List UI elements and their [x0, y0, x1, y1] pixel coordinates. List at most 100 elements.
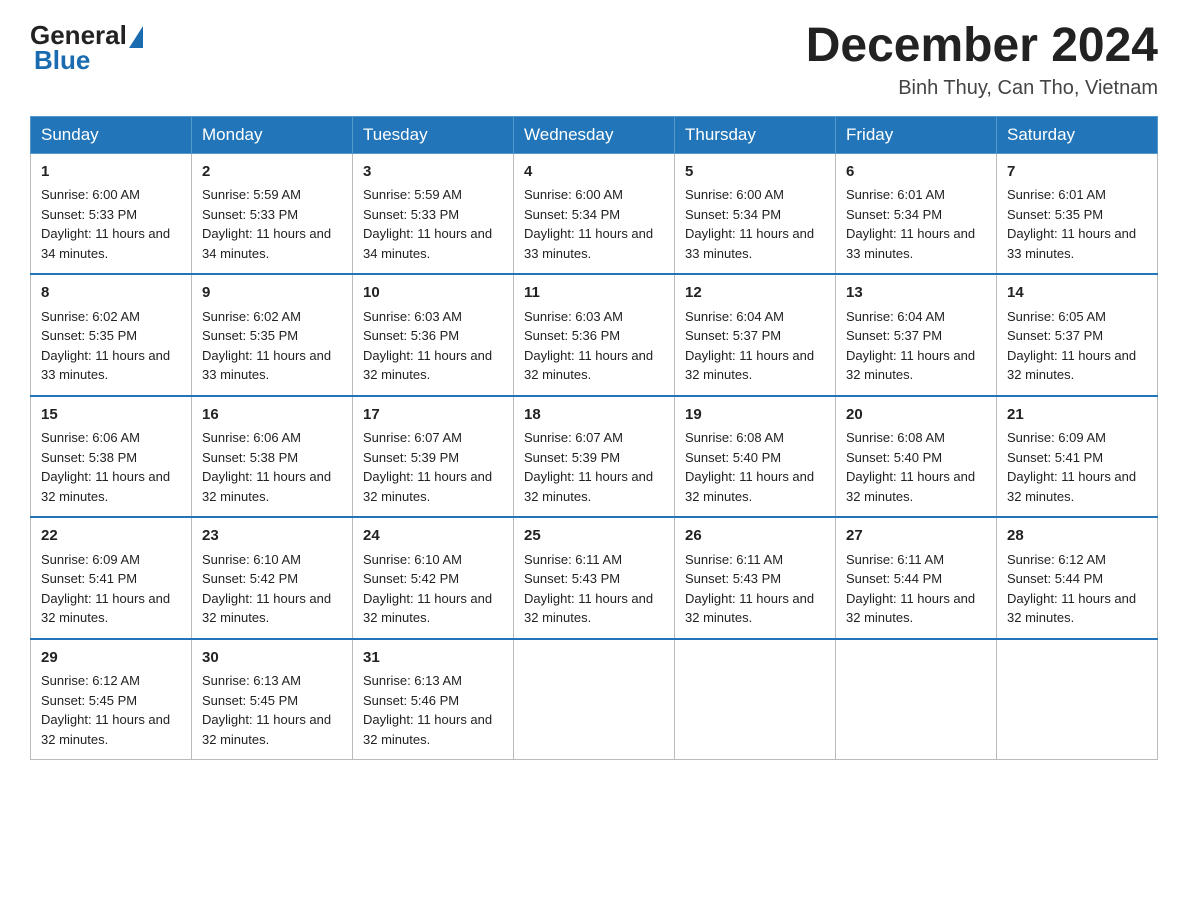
day-number: 17: [363, 404, 503, 427]
day-number: 30: [202, 647, 342, 670]
day-daylight: Daylight: 11 hours and 32 minutes.: [202, 591, 331, 626]
day-sunrise: Sunrise: 6:02 AM: [41, 309, 140, 324]
day-sunset: Sunset: 5:38 PM: [41, 450, 137, 465]
day-sunset: Sunset: 5:45 PM: [202, 693, 298, 708]
day-daylight: Daylight: 11 hours and 32 minutes.: [1007, 469, 1136, 504]
calendar-week-row: 22 Sunrise: 6:09 AM Sunset: 5:41 PM Dayl…: [31, 517, 1158, 639]
page-header: General Blue December 2024 Binh Thuy, Ca…: [30, 20, 1158, 100]
col-header-saturday: Saturday: [997, 116, 1158, 153]
calendar-day-cell: [514, 639, 675, 760]
calendar-week-row: 8 Sunrise: 6:02 AM Sunset: 5:35 PM Dayli…: [31, 274, 1158, 396]
day-number: 6: [846, 161, 986, 184]
day-sunset: Sunset: 5:43 PM: [524, 571, 620, 586]
calendar-day-cell: 2 Sunrise: 5:59 AM Sunset: 5:33 PM Dayli…: [192, 153, 353, 274]
day-number: 2: [202, 161, 342, 184]
day-number: 31: [363, 647, 503, 670]
day-number: 26: [685, 525, 825, 548]
day-daylight: Daylight: 11 hours and 32 minutes.: [1007, 591, 1136, 626]
day-sunset: Sunset: 5:37 PM: [685, 328, 781, 343]
calendar-day-cell: 20 Sunrise: 6:08 AM Sunset: 5:40 PM Dayl…: [836, 396, 997, 518]
day-daylight: Daylight: 11 hours and 33 minutes.: [524, 226, 653, 261]
day-sunrise: Sunrise: 5:59 AM: [363, 187, 462, 202]
calendar-day-cell: 30 Sunrise: 6:13 AM Sunset: 5:45 PM Dayl…: [192, 639, 353, 760]
day-sunset: Sunset: 5:36 PM: [363, 328, 459, 343]
calendar-day-cell: 28 Sunrise: 6:12 AM Sunset: 5:44 PM Dayl…: [997, 517, 1158, 639]
col-header-wednesday: Wednesday: [514, 116, 675, 153]
calendar-day-cell: 31 Sunrise: 6:13 AM Sunset: 5:46 PM Dayl…: [353, 639, 514, 760]
day-sunset: Sunset: 5:34 PM: [846, 207, 942, 222]
day-daylight: Daylight: 11 hours and 33 minutes.: [685, 226, 814, 261]
day-daylight: Daylight: 11 hours and 33 minutes.: [202, 348, 331, 383]
calendar-day-cell: 11 Sunrise: 6:03 AM Sunset: 5:36 PM Dayl…: [514, 274, 675, 396]
day-number: 18: [524, 404, 664, 427]
calendar-day-cell: 9 Sunrise: 6:02 AM Sunset: 5:35 PM Dayli…: [192, 274, 353, 396]
logo-triangle-icon: [129, 26, 143, 48]
day-daylight: Daylight: 11 hours and 32 minutes.: [846, 348, 975, 383]
day-daylight: Daylight: 11 hours and 32 minutes.: [846, 591, 975, 626]
day-sunset: Sunset: 5:36 PM: [524, 328, 620, 343]
day-sunrise: Sunrise: 6:00 AM: [685, 187, 784, 202]
day-number: 25: [524, 525, 664, 548]
day-sunrise: Sunrise: 6:04 AM: [685, 309, 784, 324]
day-daylight: Daylight: 11 hours and 32 minutes.: [685, 469, 814, 504]
day-number: 14: [1007, 282, 1147, 305]
day-number: 1: [41, 161, 181, 184]
day-daylight: Daylight: 11 hours and 32 minutes.: [363, 712, 492, 747]
day-number: 3: [363, 161, 503, 184]
day-daylight: Daylight: 11 hours and 34 minutes.: [41, 226, 170, 261]
day-sunset: Sunset: 5:33 PM: [363, 207, 459, 222]
day-sunrise: Sunrise: 6:00 AM: [524, 187, 623, 202]
calendar-day-cell: 16 Sunrise: 6:06 AM Sunset: 5:38 PM Dayl…: [192, 396, 353, 518]
day-daylight: Daylight: 11 hours and 32 minutes.: [524, 469, 653, 504]
calendar-day-cell: 17 Sunrise: 6:07 AM Sunset: 5:39 PM Dayl…: [353, 396, 514, 518]
calendar-day-cell: 5 Sunrise: 6:00 AM Sunset: 5:34 PM Dayli…: [675, 153, 836, 274]
day-number: 11: [524, 282, 664, 305]
day-daylight: Daylight: 11 hours and 33 minutes.: [41, 348, 170, 383]
day-sunrise: Sunrise: 6:13 AM: [363, 673, 462, 688]
day-sunset: Sunset: 5:39 PM: [524, 450, 620, 465]
calendar-day-cell: 25 Sunrise: 6:11 AM Sunset: 5:43 PM Dayl…: [514, 517, 675, 639]
day-sunrise: Sunrise: 6:09 AM: [41, 552, 140, 567]
day-sunrise: Sunrise: 6:03 AM: [524, 309, 623, 324]
day-number: 8: [41, 282, 181, 305]
day-sunrise: Sunrise: 6:07 AM: [363, 430, 462, 445]
day-daylight: Daylight: 11 hours and 34 minutes.: [363, 226, 492, 261]
day-sunset: Sunset: 5:33 PM: [202, 207, 298, 222]
calendar-day-cell: 6 Sunrise: 6:01 AM Sunset: 5:34 PM Dayli…: [836, 153, 997, 274]
day-sunset: Sunset: 5:40 PM: [685, 450, 781, 465]
calendar-week-row: 15 Sunrise: 6:06 AM Sunset: 5:38 PM Dayl…: [31, 396, 1158, 518]
day-sunset: Sunset: 5:43 PM: [685, 571, 781, 586]
col-header-monday: Monday: [192, 116, 353, 153]
month-year-title: December 2024: [806, 20, 1158, 73]
calendar-day-cell: 23 Sunrise: 6:10 AM Sunset: 5:42 PM Dayl…: [192, 517, 353, 639]
day-sunset: Sunset: 5:46 PM: [363, 693, 459, 708]
day-sunset: Sunset: 5:38 PM: [202, 450, 298, 465]
calendar-day-cell: 3 Sunrise: 5:59 AM Sunset: 5:33 PM Dayli…: [353, 153, 514, 274]
day-sunset: Sunset: 5:34 PM: [524, 207, 620, 222]
day-sunrise: Sunrise: 6:11 AM: [524, 552, 622, 567]
day-number: 12: [685, 282, 825, 305]
col-header-thursday: Thursday: [675, 116, 836, 153]
day-sunset: Sunset: 5:37 PM: [846, 328, 942, 343]
day-sunrise: Sunrise: 6:03 AM: [363, 309, 462, 324]
day-daylight: Daylight: 11 hours and 32 minutes.: [846, 469, 975, 504]
day-sunrise: Sunrise: 6:13 AM: [202, 673, 301, 688]
day-sunrise: Sunrise: 6:11 AM: [685, 552, 783, 567]
day-number: 15: [41, 404, 181, 427]
col-header-sunday: Sunday: [31, 116, 192, 153]
location-subtitle: Binh Thuy, Can Tho, Vietnam: [806, 77, 1158, 100]
title-block: December 2024 Binh Thuy, Can Tho, Vietna…: [806, 20, 1158, 100]
calendar-day-cell: 12 Sunrise: 6:04 AM Sunset: 5:37 PM Dayl…: [675, 274, 836, 396]
logo-blue-text: Blue: [34, 45, 90, 76]
day-number: 13: [846, 282, 986, 305]
day-sunrise: Sunrise: 6:05 AM: [1007, 309, 1106, 324]
day-sunset: Sunset: 5:35 PM: [41, 328, 137, 343]
day-number: 24: [363, 525, 503, 548]
day-sunset: Sunset: 5:37 PM: [1007, 328, 1103, 343]
day-number: 29: [41, 647, 181, 670]
day-number: 23: [202, 525, 342, 548]
day-daylight: Daylight: 11 hours and 32 minutes.: [202, 712, 331, 747]
day-sunrise: Sunrise: 5:59 AM: [202, 187, 301, 202]
calendar-day-cell: 18 Sunrise: 6:07 AM Sunset: 5:39 PM Dayl…: [514, 396, 675, 518]
day-daylight: Daylight: 11 hours and 34 minutes.: [202, 226, 331, 261]
